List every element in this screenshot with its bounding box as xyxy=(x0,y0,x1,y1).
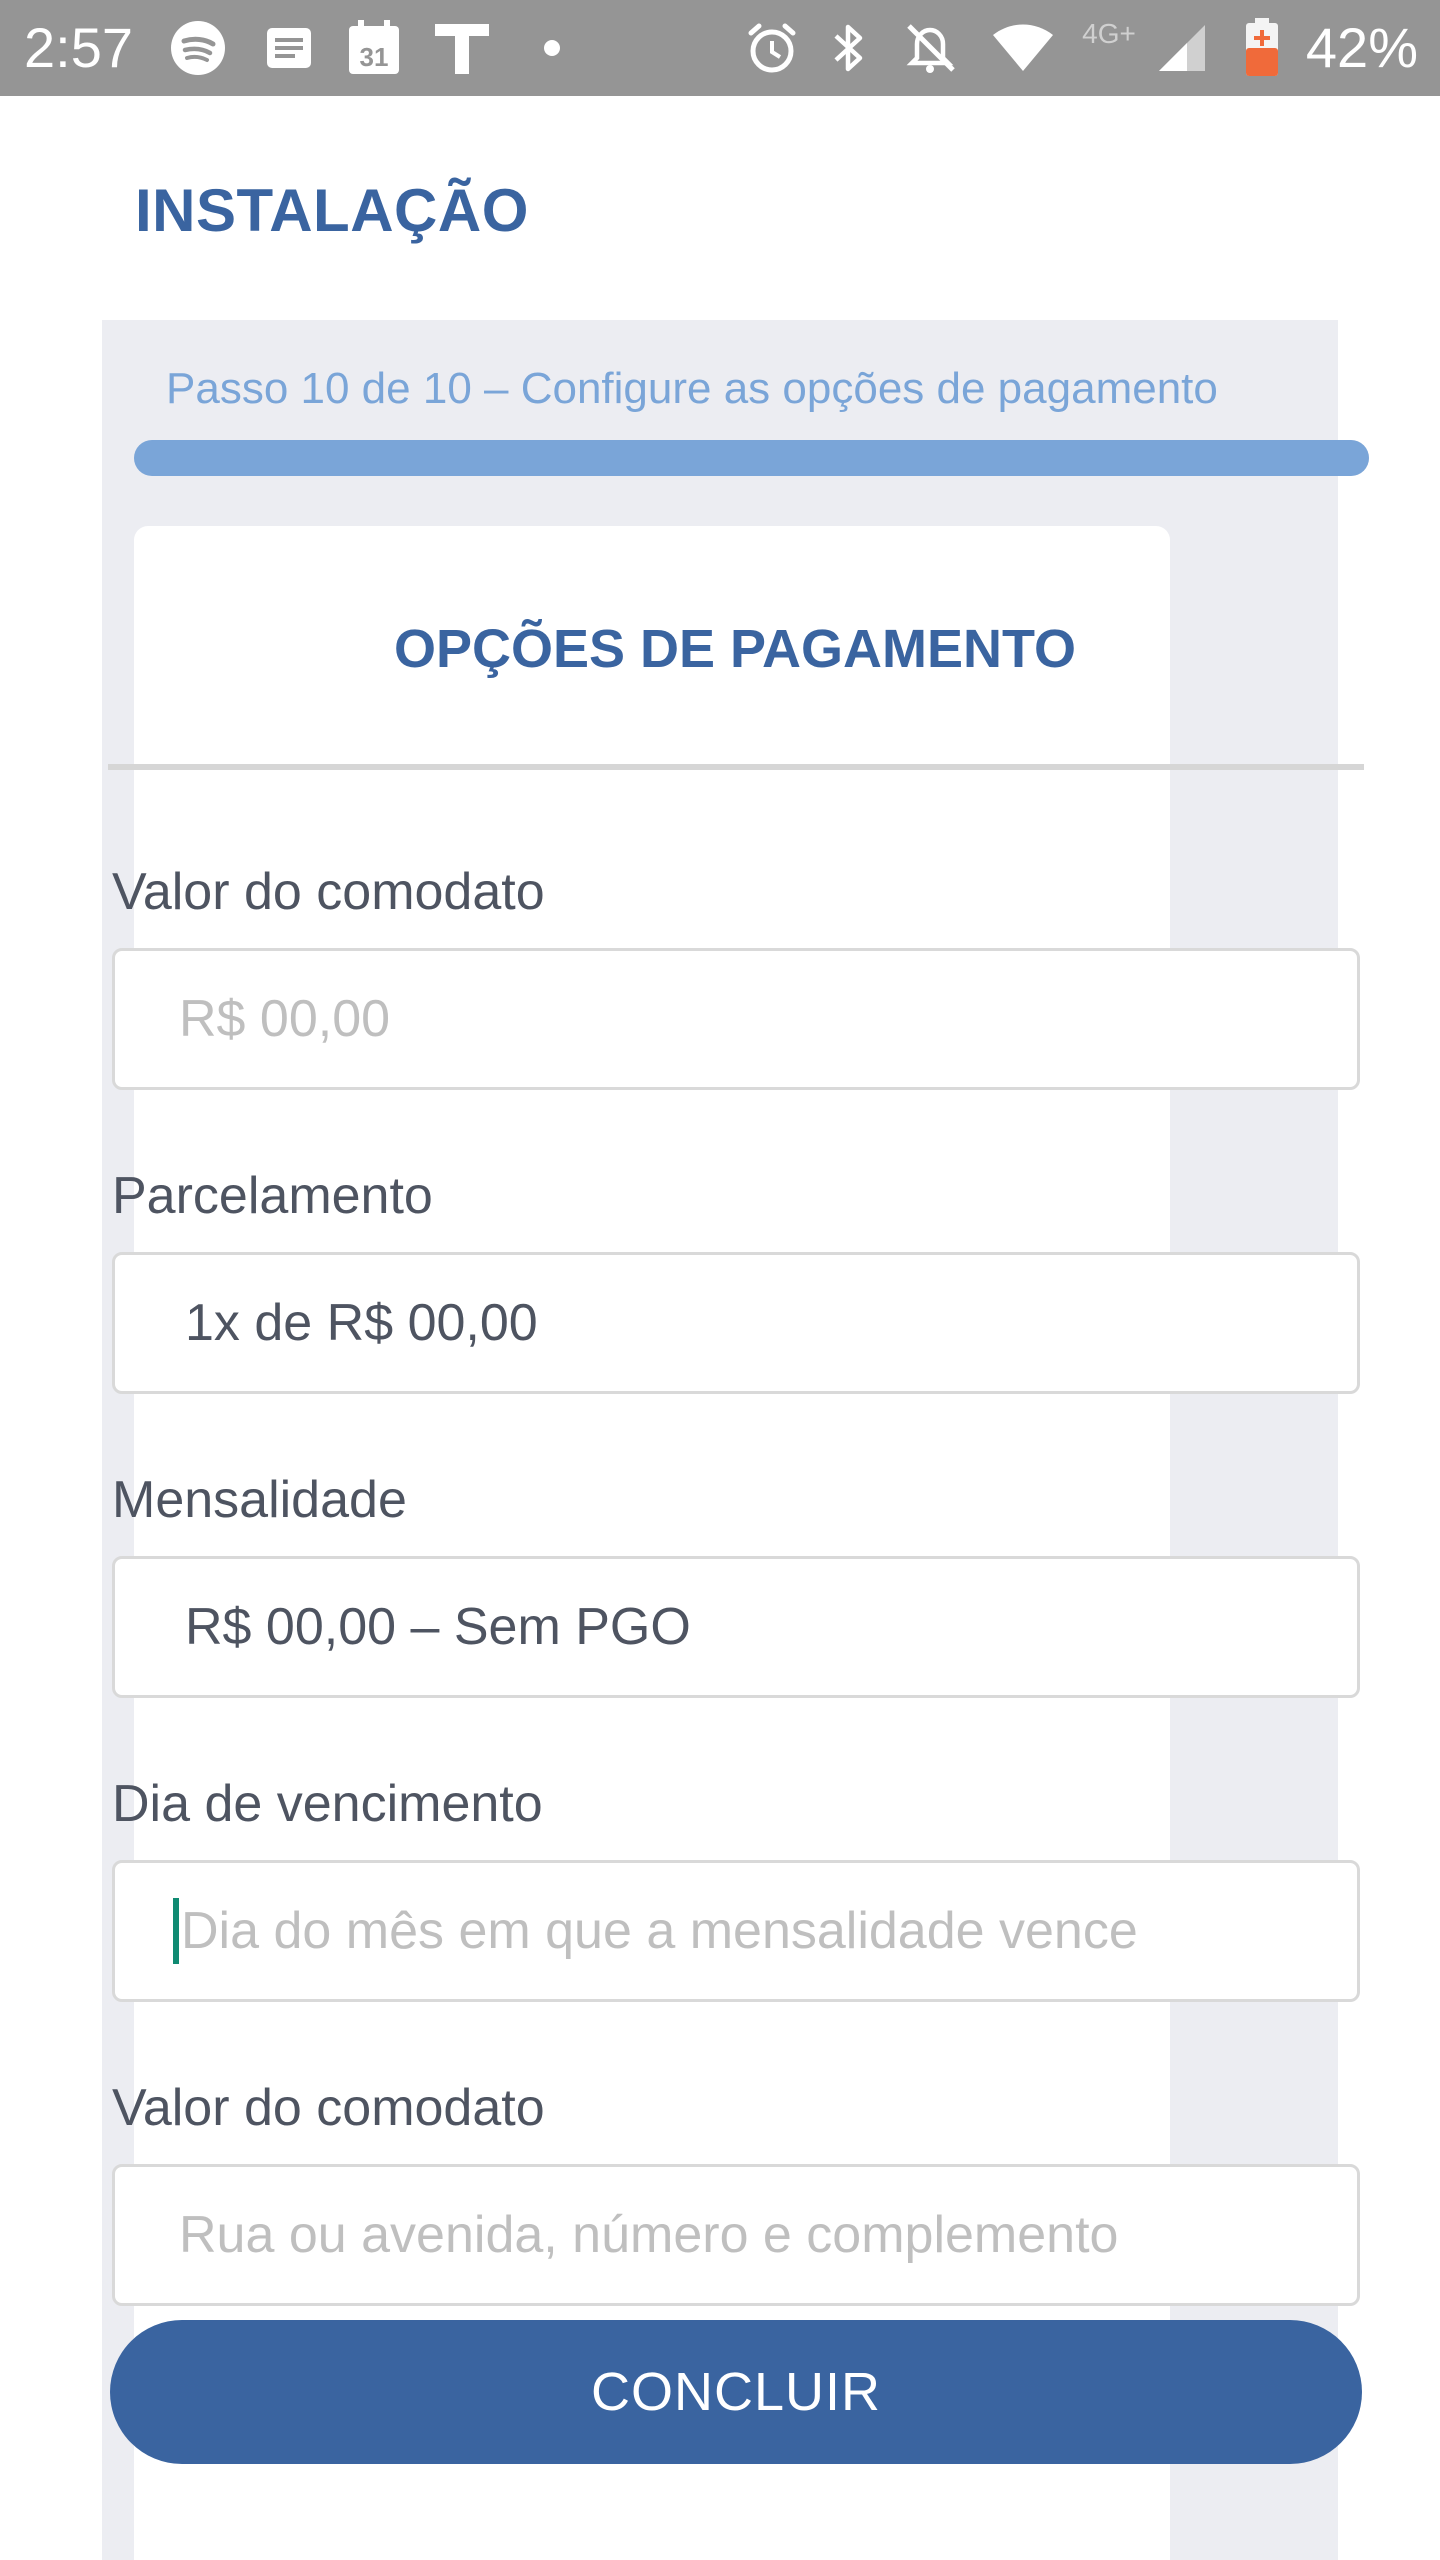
network-label: 4G+ xyxy=(1082,18,1136,49)
page-title: INSTALAÇÃO xyxy=(135,177,529,244)
mensalidade-label: Mensalidade xyxy=(112,1471,407,1529)
battery-percent: 42% xyxy=(1305,16,1418,79)
comodato2-label: Valor do comodato xyxy=(112,2079,545,2137)
comodato-label: Valor do comodato xyxy=(112,863,545,921)
mensalidade-select[interactable]: R$ 00,00 – Sem PGO xyxy=(112,1556,1360,1698)
vencimento-placeholder: Dia do mês em que a mensalidade vence xyxy=(181,1902,1138,1960)
comodato-input[interactable]: R$ 00,00 xyxy=(112,948,1360,1090)
mensalidade-value: R$ 00,00 – Sem PGO xyxy=(185,1598,691,1656)
card-title: OPÇÕES DE PAGAMENTO xyxy=(393,619,1077,679)
battery-icon xyxy=(1242,18,1282,76)
status-bar: 2:57 31 4G+ 42% xyxy=(0,0,1440,96)
spotify-icon xyxy=(170,20,226,76)
step-indicator: Passo 10 de 10 – Configure as opções de … xyxy=(166,364,1218,413)
t-app-icon xyxy=(432,20,492,76)
text-caret xyxy=(173,1898,179,1964)
mute-icon xyxy=(902,20,958,76)
comodato-placeholder: R$ 00,00 xyxy=(179,990,391,1048)
progress-fill xyxy=(134,440,1369,476)
wifi-icon xyxy=(990,20,1056,76)
card-divider xyxy=(108,764,1364,770)
signal-icon xyxy=(1156,20,1208,76)
comodato2-placeholder: Rua ou avenida, número e complemento xyxy=(179,2206,1119,2264)
alarm-icon xyxy=(744,20,800,76)
progress-bar xyxy=(134,440,1369,476)
parcelamento-value: 1x de R$ 00,00 xyxy=(185,1294,538,1352)
parcelamento-label: Parcelamento xyxy=(112,1167,433,1225)
calendar-icon: 31 xyxy=(346,20,402,76)
news-icon xyxy=(264,20,314,76)
dot-icon xyxy=(540,20,564,76)
parcelamento-select[interactable]: 1x de R$ 00,00 xyxy=(112,1252,1360,1394)
svg-text:31: 31 xyxy=(360,42,389,72)
comodato2-input[interactable]: Rua ou avenida, número e complemento xyxy=(112,2164,1360,2306)
vencimento-label: Dia de vencimento xyxy=(112,1775,543,1833)
vencimento-input[interactable]: Dia do mês em que a mensalidade vence xyxy=(112,1860,1360,2002)
status-time: 2:57 xyxy=(24,16,133,79)
concluir-button[interactable]: CONCLUIR xyxy=(110,2320,1362,2464)
bluetooth-icon xyxy=(826,20,870,76)
